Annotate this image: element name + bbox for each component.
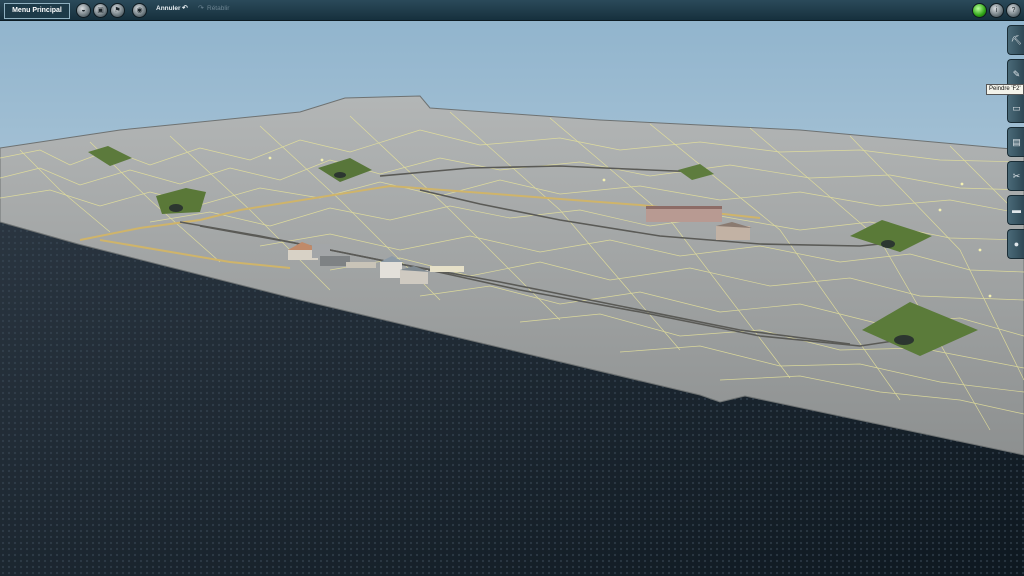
sidebar-settings-button[interactable]: ●: [1007, 229, 1024, 259]
track-icon: ▤: [1012, 137, 1021, 147]
sidebar-trackside-button[interactable]: ▬: [1007, 195, 1024, 225]
objects-icon: ▭: [1012, 103, 1021, 113]
redo-icon: ↷: [198, 5, 204, 12]
earth-icon-button[interactable]: ◒: [76, 3, 91, 18]
tools-icon: ⚑: [114, 7, 121, 14]
settings-icon: ●: [1013, 239, 1020, 249]
sidebar-objects-button[interactable]: ▭: [1007, 93, 1024, 123]
top-toolbar: Menu Principal ◒ ▣ ⚑ ◉ Annuler ↶ ↷ Rétab…: [0, 0, 1024, 21]
earth-icon: ◒: [81, 7, 86, 14]
paint-tooltip: Peindre 'F2': [986, 84, 1024, 95]
trackside-icon: ▬: [1012, 205, 1021, 215]
save-icon: ▣: [97, 7, 104, 14]
shovel-icon: ⛏: [1010, 35, 1023, 45]
redo-button[interactable]: Rétablir: [207, 5, 229, 12]
sidebar-terrain-button[interactable]: ⛏: [1007, 25, 1024, 55]
camera-icon-button[interactable]: ◉: [132, 3, 147, 18]
3d-viewport[interactable]: [0, 0, 1024, 576]
tools-icon-button[interactable]: ⚑: [110, 3, 125, 18]
play-status-icon-button[interactable]: [972, 3, 987, 18]
undo-icon: ↶: [182, 5, 188, 12]
help-icon-button[interactable]: ?: [1006, 3, 1021, 18]
main-menu-button[interactable]: Menu Principal: [4, 3, 70, 19]
sidebar-track-button[interactable]: ▤: [1007, 127, 1024, 157]
save-icon-button[interactable]: ▣: [93, 3, 108, 18]
info-icon: i: [995, 7, 998, 14]
camera-icon: ◉: [136, 7, 143, 14]
info-icon-button[interactable]: i: [989, 3, 1004, 18]
undo-button[interactable]: Annuler: [156, 5, 181, 12]
wrench-icon: ✂: [1012, 171, 1021, 181]
sidebar-tools-button[interactable]: ✂: [1007, 161, 1024, 191]
help-icon: ?: [1011, 7, 1016, 14]
